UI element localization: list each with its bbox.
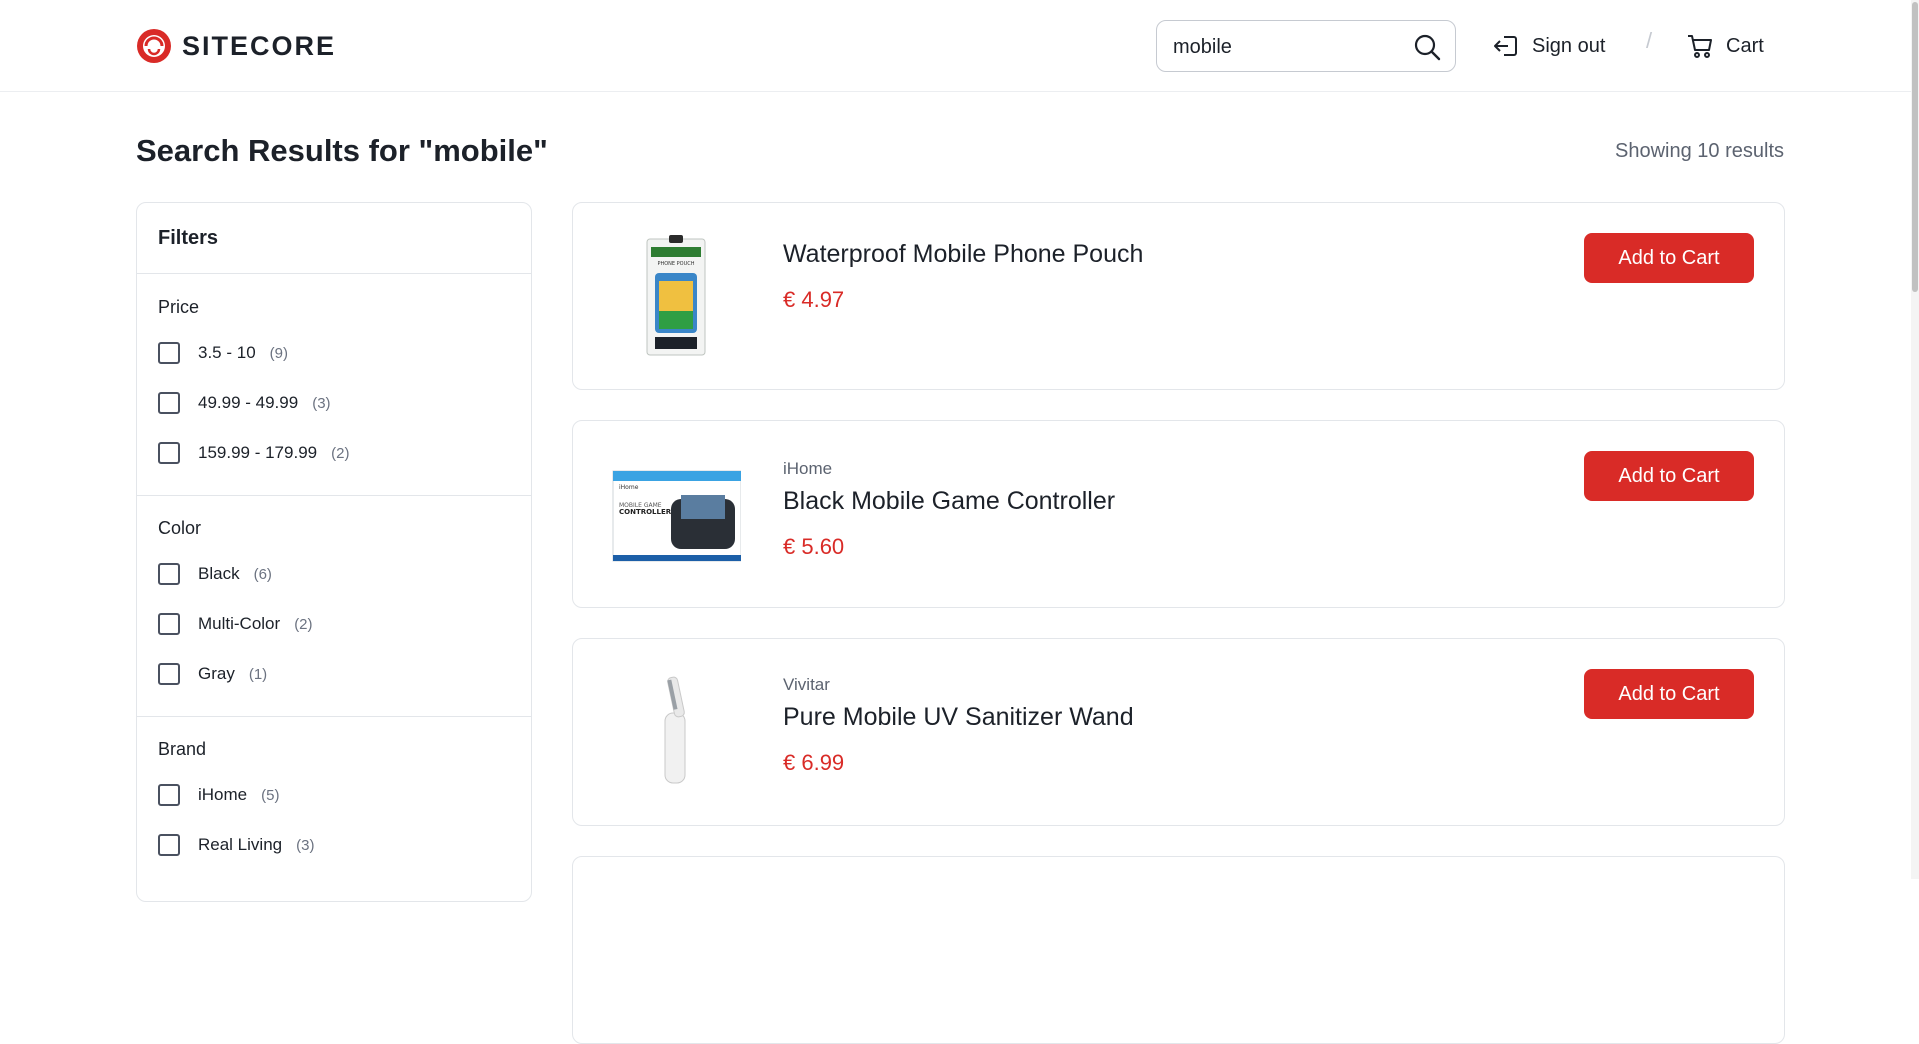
filter-option-count: (3) [296, 836, 315, 854]
filter-option-label: 49.99 - 49.99 [198, 393, 299, 412]
search-icon[interactable] [1413, 33, 1441, 61]
filters-title: Filters [158, 227, 219, 249]
checkbox[interactable] [158, 442, 180, 464]
sign-out-link[interactable]: Sign out [1492, 30, 1605, 62]
checkbox[interactable] [158, 834, 180, 856]
product-card: iHome MOBILE GAME CONTROLLER iHome Black… [572, 420, 1785, 608]
results-count: Showing 10 results [1615, 140, 1784, 162]
filter-option-label: iHome [198, 785, 248, 804]
checkbox[interactable] [158, 784, 180, 806]
filter-option-color-2[interactable]: Multi-Color (2) [158, 611, 313, 637]
filter-group-price-title: Price [158, 297, 200, 317]
controller-box-label-2: CONTROLLER [619, 508, 672, 516]
product-name[interactable]: Waterproof Mobile Phone Pouch [783, 240, 1143, 269]
filter-option-color-1[interactable]: Black (6) [158, 561, 272, 587]
filter-option-label: Real Living [198, 835, 283, 854]
sitecore-logo[interactable]: SITECORE [136, 27, 336, 65]
search-input[interactable] [1171, 31, 1405, 63]
product-price: € 6.99 [783, 750, 845, 775]
logo-text: SITECORE [182, 30, 337, 61]
checkbox[interactable] [158, 563, 180, 585]
filter-option-price-3[interactable]: 159.99 - 179.99 (2) [158, 440, 349, 466]
filter-option-count: (2) [331, 444, 350, 462]
checkbox[interactable] [158, 392, 180, 414]
scrollbar-thumb[interactable] [1912, 2, 1918, 292]
site-header: SITECORE Sign out / Cart [0, 0, 1919, 92]
page-title: Search Results for "mobile" [136, 133, 548, 168]
filter-group-color-title: Color [158, 518, 202, 538]
filter-option-label: Gray [198, 664, 235, 683]
filter-option-color-3[interactable]: Gray (1) [158, 661, 267, 687]
checkbox[interactable] [158, 663, 180, 685]
product-price: € 4.97 [783, 287, 845, 312]
checkbox[interactable] [158, 613, 180, 635]
product-name[interactable]: Pure Mobile UV Sanitizer Wand [783, 703, 1134, 732]
pouch-box-label: PHONE POUCH [657, 261, 694, 267]
filter-option-count: (2) [294, 615, 313, 633]
filter-option-brand-1[interactable]: iHome (5) [158, 782, 279, 808]
sign-out-label: Sign out [1532, 34, 1606, 57]
sanitizer-wand-image[interactable] [611, 669, 741, 797]
product-price: € 5.60 [783, 534, 845, 559]
filter-option-price-2[interactable]: 49.99 - 49.99 (3) [158, 390, 331, 416]
product-card [572, 856, 1785, 1044]
filter-divider [137, 495, 531, 496]
filter-option-count: (3) [312, 394, 331, 412]
checkbox[interactable] [158, 342, 180, 364]
product-brand: Vivitar [783, 675, 830, 694]
sign-out-icon [1494, 36, 1517, 56]
add-to-cart-button[interactable]: Add to Cart [1584, 233, 1754, 283]
add-to-cart-button[interactable]: Add to Cart [1584, 669, 1754, 719]
filters-panel: Filters Price 3.5 - 10 (9) 49.99 - 49.99… [136, 202, 532, 902]
filter-option-count: (5) [261, 786, 280, 804]
filter-divider [137, 716, 531, 717]
filter-option-label: 159.99 - 179.99 [198, 443, 318, 462]
filter-divider [137, 273, 531, 274]
search-box [1156, 20, 1456, 72]
game-controller-image[interactable]: iHome MOBILE GAME CONTROLLER [611, 451, 741, 579]
page-scrollbar[interactable] [1911, 0, 1919, 879]
sitecore-logo-icon [137, 29, 171, 63]
product-name[interactable]: Black Mobile Game Controller [783, 487, 1115, 516]
product-card: PHONE POUCH Waterproof Mobile Phone Pouc… [572, 202, 1785, 390]
cart-icon [1688, 35, 1712, 58]
product-brand: iHome [783, 459, 833, 478]
filter-group-brand-title: Brand [158, 739, 207, 759]
cart-label: Cart [1726, 34, 1764, 57]
filter-option-price-1[interactable]: 3.5 - 10 (9) [158, 340, 288, 366]
filter-option-count: (1) [248, 665, 268, 683]
filter-option-label: 3.5 - 10 [198, 343, 256, 362]
filter-option-brand-2[interactable]: Real Living (3) [158, 832, 314, 858]
filter-option-label: Multi-Color [198, 614, 281, 633]
add-to-cart-button[interactable]: Add to Cart [1584, 451, 1754, 501]
phone-pouch-image[interactable]: PHONE POUCH [611, 233, 741, 361]
filter-option-count: (6) [253, 565, 272, 583]
product-card: Vivitar Pure Mobile UV Sanitizer Wand € … [572, 638, 1785, 826]
controller-box-brand: iHome [619, 484, 639, 491]
filter-option-label: Black [198, 564, 240, 583]
filter-option-count: (9) [269, 344, 288, 362]
cart-link[interactable]: Cart [1686, 30, 1764, 62]
header-divider: / [1646, 28, 1653, 53]
